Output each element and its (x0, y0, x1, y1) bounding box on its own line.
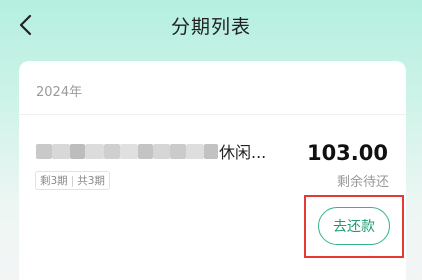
remaining-amount: 103.00 (306, 141, 388, 165)
header-bar: 分期列表 (0, 0, 422, 50)
redacted-text (70, 143, 85, 159)
installment-item-name: 休闲... (36, 140, 266, 162)
redacted-text (186, 143, 204, 159)
installment-period-tag: 剩3期 | 共3期 (35, 171, 110, 190)
redacted-text (153, 143, 170, 159)
redacted-text (52, 143, 70, 159)
remaining-periods: 剩3期 (40, 175, 68, 187)
year-label: 2024年 (36, 85, 83, 100)
redacted-text (170, 143, 186, 159)
redacted-text (36, 143, 52, 159)
repay-button[interactable]: 去还款 (318, 207, 390, 245)
redacted-text (104, 143, 120, 159)
page-title: 分期列表 (170, 16, 251, 38)
total-periods: 共3期 (77, 175, 105, 187)
item-name-suffix: 休闲... (219, 143, 267, 162)
redacted-text (138, 143, 153, 159)
redacted-text (85, 143, 104, 159)
divider (19, 114, 406, 115)
redacted-text (204, 143, 218, 159)
remaining-amount-label: 剩余待还 (336, 175, 389, 190)
redacted-text (120, 143, 138, 159)
tag-separator: | (70, 174, 75, 187)
